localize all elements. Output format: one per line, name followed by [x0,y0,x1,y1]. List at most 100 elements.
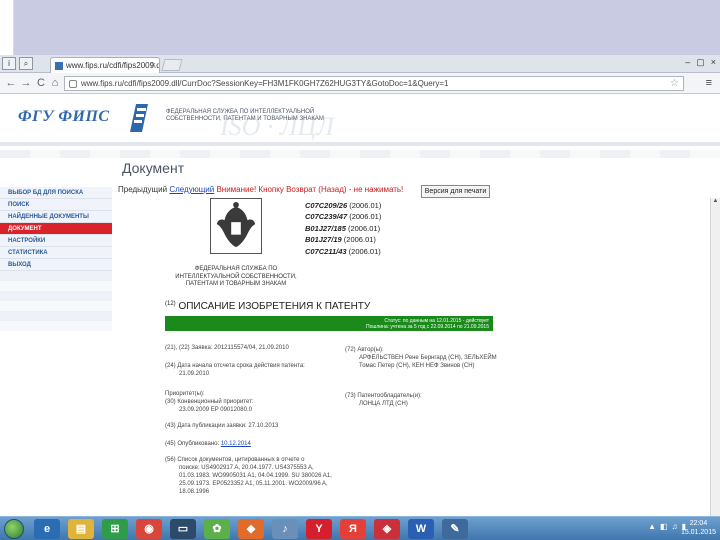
ipc-row: B01J27/185 (2006.01) [305,223,381,234]
red-app-icon[interactable]: ◈ [374,519,400,539]
slide-background [0,0,720,55]
sidebar-item-exit[interactable]: ВЫХОД [0,259,112,271]
window-app-icons: i ⌕ [2,57,33,70]
tab-close-icon[interactable]: × [151,60,156,70]
slide-header-band [14,0,720,55]
priority-field: Приоритет(ы): (30) Конвенционный приорит… [165,390,345,414]
back-warning: Внимание! Кнопку Возврат (Назад) - не на… [216,185,404,194]
store-icon[interactable]: ⊞ [102,519,128,539]
status-bar: Статус: по данным на 12.01.2015 - действ… [165,316,493,331]
slide-edge [0,0,14,55]
page-title: Документ [122,160,185,176]
maximize-button[interactable]: ▢ [696,57,705,68]
sidebar-item-found-docs[interactable]: НАЙДЕННЫЕ ДОКУМЕНТЫ [0,211,112,223]
sidebar-item-document[interactable]: ДОКУМЕНТ [0,223,112,235]
print-version-button[interactable]: Версия для печати [421,185,490,198]
scroll-up-icon[interactable]: ▲ [711,198,720,208]
authors-value: АРФЕЛЬСТВЕН Рене Бернгард (CH), ЗЕЛЬХЕЙМ… [359,355,497,369]
ipc-classification: C07C209/26 (2006.01) C07C239/47 (2006.01… [305,200,381,257]
sidebar-item-settings[interactable]: НАСТРОЙКИ [0,235,112,247]
priority-sub: (30) Конвенционный приоритет: [165,399,254,405]
priority-label: Приоритет(ы): [165,391,205,397]
word-icon[interactable]: W [408,519,434,539]
sidebar-item-search[interactable]: ПОИСК [0,199,112,211]
volume-icon[interactable]: ♫ [672,522,678,531]
url-text: www.fips.ru/cdfi/fips2009.dll/CurrDoc?Se… [81,79,449,88]
back-button[interactable]: ← [4,76,18,90]
published-field: (45) Опубликовано: 10.12.2014 [165,440,345,448]
fee-text: Пошлина: учтена за 5 год с 22.09.2014 по… [366,324,489,330]
browser-tab[interactable]: www.fips.ru/cdfi/fips2009.dll/Ttl × [50,57,160,73]
authors-label: (72) Автор(ы): [345,347,384,353]
editor-icon[interactable]: ✎ [442,519,468,539]
ie-icon[interactable]: e [34,519,60,539]
ipc-year: (2006.01) [343,235,376,245]
start-button[interactable] [4,519,24,539]
browser-menu-icon[interactable]: ≡ [706,77,712,89]
application-field: (21), (22) Заявка: 2012115574/04, 21.09.… [165,345,289,351]
network-icon[interactable]: ◧ [660,522,668,531]
firefox-icon[interactable]: ◆ [238,519,264,539]
fips-logo[interactable]: ФГУ ФИПС [18,108,110,126]
window-controls: – ▢ × [685,57,716,68]
previous-link[interactable]: Предыдущий [118,185,167,194]
russian-eagle-emblem-icon [210,198,262,254]
green-app-icon[interactable]: ✿ [204,519,230,539]
info-icon[interactable]: i [2,57,16,70]
priority-value: 23.09.2009 EP 09012080.0 [179,407,252,413]
ipc-code: B01J27/185 [305,223,346,233]
published-date-link[interactable]: 10.12.2014 [221,441,251,447]
address-bar-row: ← → C ⌂ www.fips.ru/cdfi/fips2009.dll/Cu… [0,73,720,94]
close-window-button[interactable]: × [711,57,716,68]
url-input[interactable]: www.fips.ru/cdfi/fips2009.dll/CurrDoc?Se… [64,76,684,91]
ipc-code: C07C209/26 [305,201,348,210]
monitor-icon[interactable]: ▭ [170,519,196,539]
taskbar-clock[interactable]: 22:04 15.01.2015 [681,519,716,537]
ipc-row: C07C239/47 (2006.01) [305,211,381,222]
taskbar-icons: e ▤ ⊞ ◉ ▭ ✿ ◆ ♪ Y Я ◈ W ✎ [34,519,468,539]
start-date-value: 21.09.2010 [179,371,210,377]
ipc-year: (2006.01) [349,201,382,210]
field-number: (12) [165,301,176,307]
start-date-field: (24) Дата начала отсчета срока действия … [165,362,345,378]
home-button[interactable]: ⌂ [48,76,62,90]
tab-title: www.fips.ru/cdfi/fips2009.dll/Ttl [66,61,159,70]
site-header: ФГУ ФИПС ISO · ЛЦЛ ФЕДЕРАЛЬНАЯ СЛУЖБА ПО… [0,94,720,146]
ipc-year: (2006.01) [348,246,381,256]
yandex-icon[interactable]: Y [306,519,332,539]
cited-body: поиске: US4902917 A, 20.04.1977. US43755… [179,465,332,495]
clock-time: 22:04 [689,520,708,527]
reload-button[interactable]: C [34,76,48,90]
chrome-icon[interactable]: ◉ [136,519,162,539]
cited-label: (56) Список документов, цитированных в о… [165,457,305,463]
windows-taskbar: e ▤ ⊞ ◉ ▭ ✿ ◆ ♪ Y Я ◈ W ✎ ▲ ◧ ♫ ▮ 22:04 … [0,516,720,540]
bookmark-star-icon[interactable]: ☆ [670,78,679,89]
browser-tab-bar: i ⌕ www.fips.ru/cdfi/fips2009.dll/Ttl × … [0,55,720,73]
ipc-year: (2006.01) [347,223,381,233]
owner-field: (73) Патентообладатель(и): ЛОНЦА ЛТД (CH… [345,392,505,408]
sidebar-item-db-select[interactable]: ВЫБОР БД ДЛЯ ПОИСКА [0,187,112,199]
tray-expand-icon[interactable]: ▲ [648,522,656,531]
owner-label: (73) Патентообладатель(и): [345,393,422,399]
sidebar-filler [0,271,112,331]
ipc-code: C07C239/47 [305,212,348,222]
explorer-icon[interactable]: ▤ [68,519,94,539]
sidebar-item-statistics[interactable]: СТАТИСТИКА [0,247,112,259]
media-icon[interactable]: ♪ [272,519,298,539]
page-scrollbar[interactable]: ▲ [710,198,720,516]
clock-date: 15.01.2015 [680,529,716,536]
minimize-button[interactable]: – [685,57,690,68]
start-date-label: (24) Дата начала отсчета срока действия … [165,363,305,369]
new-tab-button[interactable] [161,59,183,71]
yandex-browser-icon[interactable]: Я [340,519,366,539]
forward-button[interactable]: → [19,76,33,90]
patent-description-title: (12) ОПИСАНИЕ ИЗОБРЕТЕНИЯ К ПАТЕНТУ [165,301,370,312]
page-icon[interactable]: ⌕ [19,57,33,70]
owner-value: ЛОНЦА ЛТД (CH) [359,401,408,407]
sidebar-nav: ВЫБОР БД ДЛЯ ПОИСКА ПОИСК НАЙДЕННЫЕ ДОКУ… [0,187,112,331]
ipc-code: B01J27/19 [305,235,342,245]
next-link[interactable]: Следующий [169,185,214,194]
ipc-row: B01J27/19 (2006.01) [305,234,381,245]
cited-documents-field: (56) Список документов, цитированных в о… [165,456,337,496]
ipc-code: C07C211/43 [305,246,347,256]
